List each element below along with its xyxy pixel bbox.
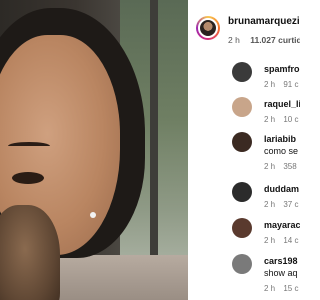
post-likes[interactable]: 11.027 curtid	[250, 35, 300, 45]
comment-time: 2 h	[264, 80, 276, 89]
comment-meta: 2 h 37 c	[264, 200, 298, 209]
comment-likes[interactable]: 15 c	[283, 284, 298, 293]
eye	[12, 172, 44, 184]
commenter-avatar[interactable]	[232, 218, 252, 238]
comment-meta: 2 h 15 c	[264, 284, 298, 293]
comment-meta: 2 h 358	[264, 162, 297, 171]
earring	[90, 212, 96, 218]
post-time: 2 h	[228, 35, 240, 45]
commenter-username[interactable]: duddam	[264, 184, 299, 194]
commenter-username[interactable]: raquel_li	[264, 99, 300, 109]
comment-item: cars198 show aq 2 h 15 c	[188, 254, 300, 300]
commenter-avatar[interactable]	[232, 132, 252, 152]
comment-likes[interactable]: 37 c	[283, 200, 298, 209]
comment-likes[interactable]: 10 c	[283, 115, 298, 124]
post-header: brunamarquezin 2 h 11.027 curtid	[188, 0, 300, 52]
dog	[0, 205, 60, 300]
comment-time: 2 h	[264, 115, 276, 124]
commenter-avatar[interactable]	[232, 254, 252, 274]
commenter-username[interactable]: mayarac	[264, 220, 300, 230]
comment-time: 2 h	[264, 284, 276, 293]
comment-item: duddam 2 h 37 c	[188, 182, 300, 216]
comment-meta: 2 h 14 c	[264, 236, 298, 245]
commenter-username[interactable]: spamfro	[264, 64, 300, 74]
comment-meta: 2 h 91 c	[264, 80, 298, 89]
comment-likes[interactable]: 91 c	[283, 80, 298, 89]
author-username[interactable]: brunamarquezin	[228, 16, 300, 27]
commenter-username[interactable]: cars198	[264, 256, 298, 266]
comment-time: 2 h	[264, 236, 276, 245]
comment-text: como se	[264, 146, 299, 156]
author-avatar[interactable]	[196, 16, 220, 40]
comment-meta: 2 h 10 c	[264, 115, 298, 124]
commenter-avatar[interactable]	[232, 97, 252, 117]
comment-item: spamfro 2 h 91 c	[188, 62, 300, 96]
commenter-avatar[interactable]	[232, 62, 252, 82]
comment-time: 2 h	[264, 200, 276, 209]
comments-panel: brunamarquezin 2 h 11.027 curtid spamfro…	[188, 0, 300, 300]
post-photo[interactable]	[0, 0, 188, 300]
comment-item: mayarac 2 h 14 c	[188, 218, 300, 252]
commenter-avatar[interactable]	[232, 182, 252, 202]
comment-item: lariabib como se 2 h 358	[188, 132, 300, 177]
comment-item: raquel_li 2 h 10 c	[188, 97, 300, 131]
commenter-username[interactable]: lariabib	[264, 134, 296, 144]
eyebrow	[8, 142, 50, 150]
comment-time: 2 h	[264, 162, 276, 171]
comment-text: show aq	[264, 268, 298, 278]
post-meta: 2 h 11.027 curtid	[228, 35, 300, 45]
comment-likes[interactable]: 358	[283, 162, 296, 171]
comment-likes[interactable]: 14 c	[283, 236, 298, 245]
